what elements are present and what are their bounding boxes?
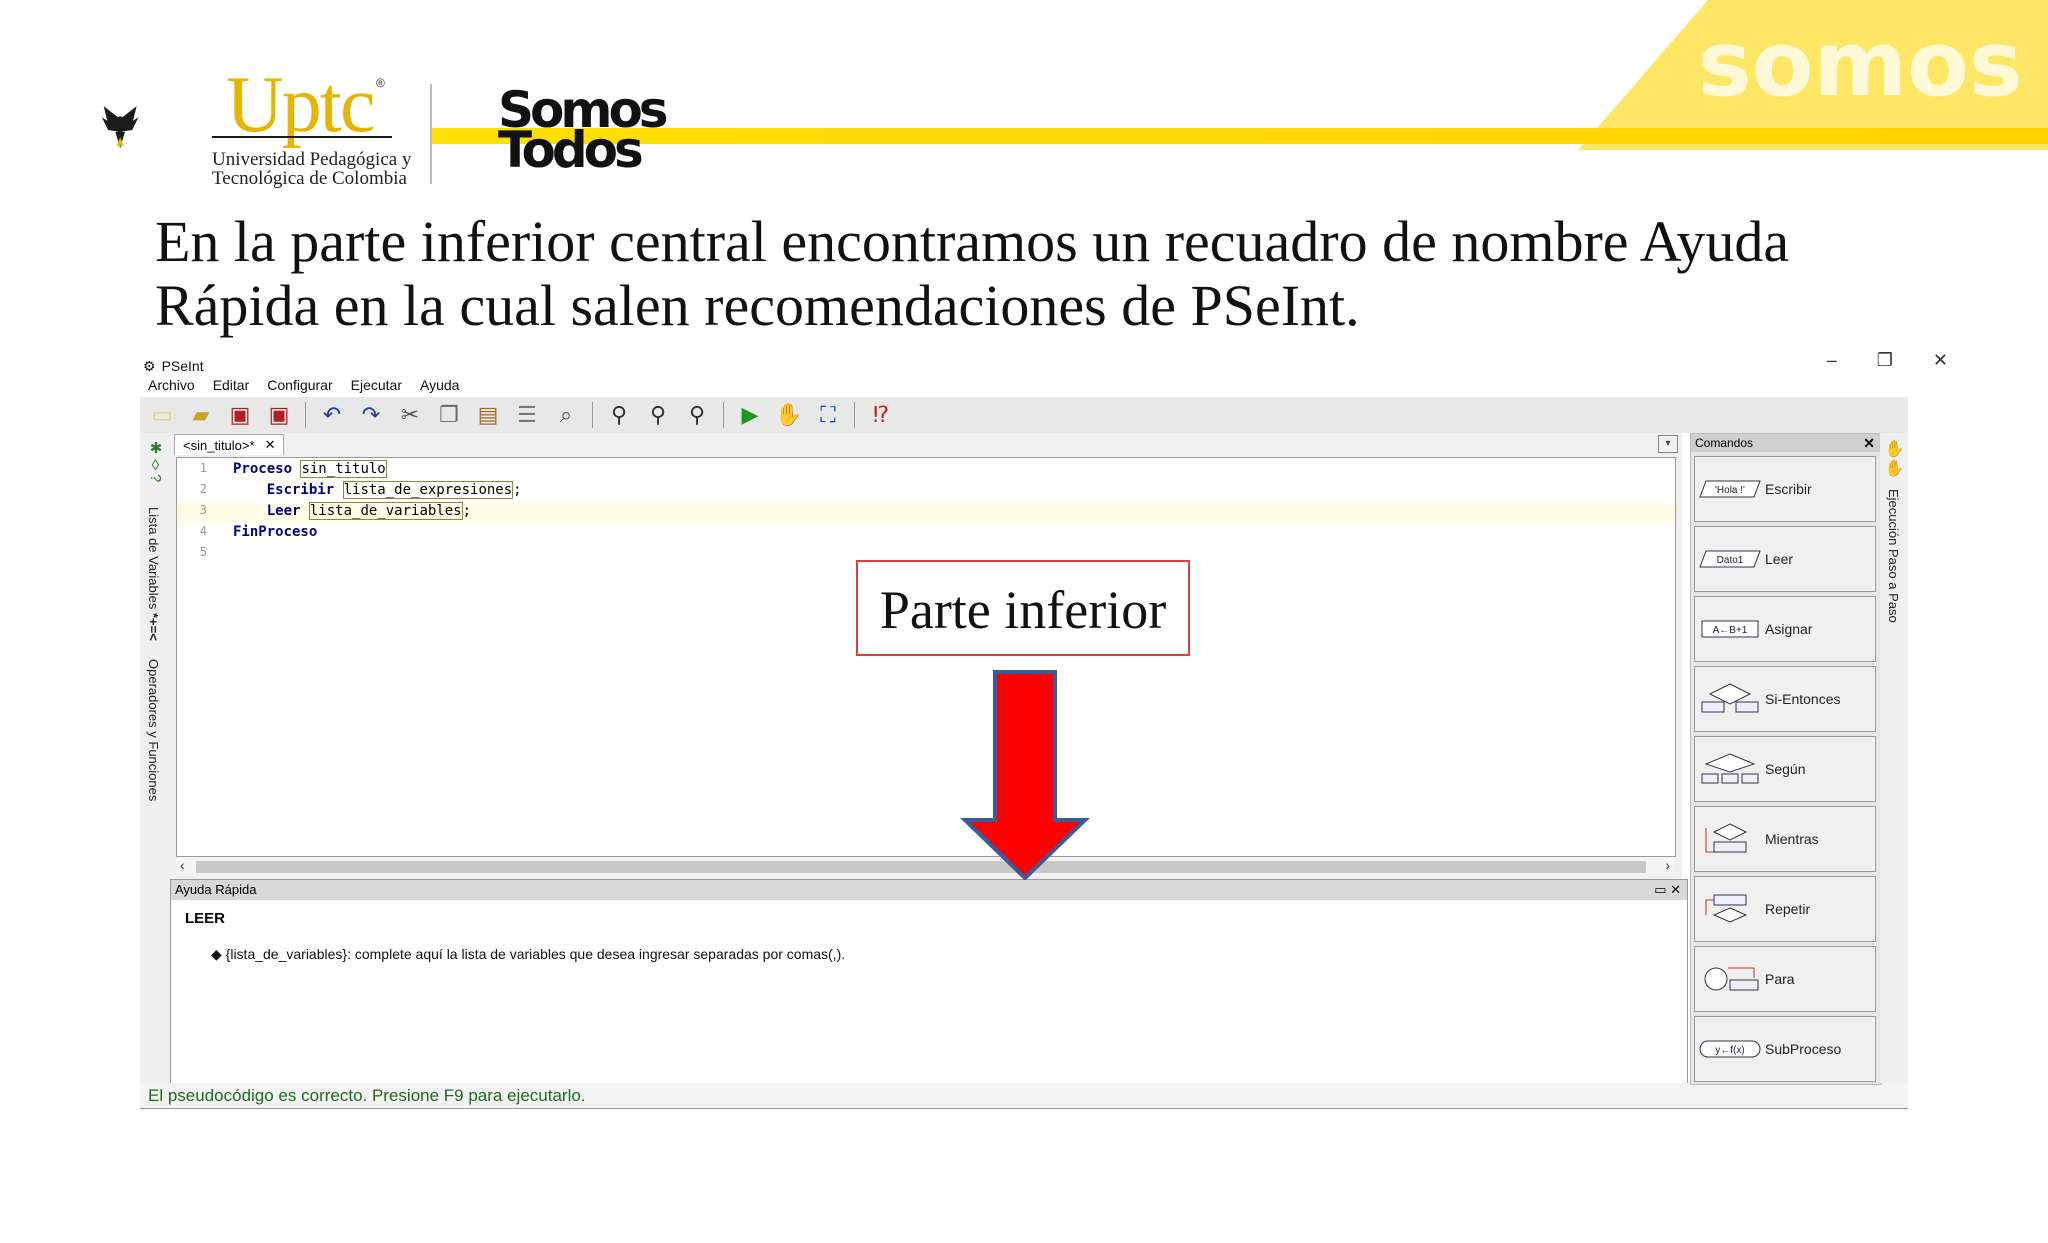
commands-panel: Comandos ✕ 'Hola !' Escribir Dato1 Leer … [1690, 433, 1882, 1085]
repetir-icon [1705, 894, 1748, 923]
toolbar-separator [854, 402, 855, 428]
menu-ejecutar[interactable]: Ejecutar [351, 377, 402, 397]
restore-button[interactable]: ❐ [1877, 350, 1893, 371]
escribir-icon: 'Hola !' [1699, 480, 1761, 498]
segun-icon [1701, 753, 1759, 784]
menu-bar: Archivo Editar Configurar Ejecutar Ayuda [148, 377, 459, 397]
logo-divider [430, 84, 432, 184]
variables-panel-icon[interactable]: ✱◊? [146, 439, 164, 482]
quick-help-item: ◆ {lista_de_variables}: complete aquí la… [211, 946, 846, 962]
registered-mark: ® [376, 76, 385, 90]
callout-box: Parte inferior [856, 560, 1190, 656]
cmd-asignar-button[interactable]: A←B+1 Asignar [1694, 596, 1876, 662]
code-line: 1 Proceso sin_titulo [199, 460, 387, 478]
svg-text:A←B+1: A←B+1 [1713, 625, 1748, 636]
menu-ayuda[interactable]: Ayuda [420, 377, 459, 397]
toolbar-separator [592, 402, 593, 428]
operators-panel-tab[interactable]: Operadores y Funciones [146, 659, 161, 801]
brand-band [432, 128, 2048, 144]
slide-title: En la parte inferior central encontramos… [155, 209, 1790, 338]
quick-help-controls[interactable]: ▭ ✕ [1654, 880, 1681, 900]
down-arrow-icon [960, 670, 1090, 880]
subproceso-icon: y←f(x) [1699, 1040, 1761, 1058]
svg-text:y←f(x): y←f(x) [1715, 1045, 1744, 1056]
scroll-left-icon[interactable]: ‹ [180, 857, 185, 873]
tab-sin-titulo[interactable]: <sin_titulo>* ✕ [174, 434, 285, 455]
run-icon[interactable]: ▶ [734, 400, 766, 430]
commands-title: Comandos ✕ [1691, 434, 1881, 452]
copy-icon[interactable]: ❐ [433, 400, 465, 430]
find-prev-icon[interactable]: ⚲ [642, 400, 674, 430]
indent-icon[interactable]: ☰ [511, 400, 543, 430]
left-side-panel: ✱◊? Lista de Variables *+=< Operadores y… [140, 433, 170, 1083]
menu-archivo[interactable]: Archivo [148, 377, 195, 397]
quick-help-title: Ayuda Rápida ▭ ✕ [171, 880, 1687, 900]
undo-icon[interactable]: ↶ [316, 400, 348, 430]
minimize-button[interactable]: – [1827, 350, 1837, 371]
mientras-icon [1705, 823, 1748, 853]
step-panel-icon[interactable]: ✋✋ [1884, 439, 1903, 478]
cmd-subproceso-button[interactable]: y←f(x) SubProceso [1694, 1016, 1876, 1082]
cmd-leer-button[interactable]: Dato1 Leer [1694, 526, 1876, 592]
status-bar: El pseudocódigo es correcto. Presione F9… [140, 1083, 1908, 1109]
menu-editar[interactable]: Editar [213, 377, 250, 397]
svg-text:'Hola !': 'Hola !' [1715, 485, 1745, 496]
uptc-logo-text: Uptc [226, 61, 376, 149]
paste-icon[interactable]: ▤ [472, 400, 504, 430]
menu-configurar[interactable]: Configurar [267, 377, 332, 397]
tab-list-dropdown[interactable]: ▾ [1658, 435, 1678, 453]
quick-help-panel: Ayuda Rápida ▭ ✕ LEER ◆ {lista_de_variab… [170, 879, 1688, 1085]
scrollbar-thumb[interactable] [196, 861, 1646, 873]
new-file-icon[interactable]: ▭ [146, 400, 178, 430]
bullet-icon: ◆ [211, 946, 226, 962]
code-line: 3 Leer lista_de_variables; [177, 502, 1675, 523]
cmd-para-button[interactable]: Para [1694, 946, 1876, 1012]
cmd-repetir-button[interactable]: Repetir [1694, 876, 1876, 942]
university-subtitle: Universidad Pedagógica y Tecnológica de … [212, 149, 412, 189]
logo-rule [212, 136, 392, 138]
quick-help-heading: LEER [185, 910, 226, 927]
horizontal-scrollbar[interactable]: ‹ › [176, 857, 1674, 875]
close-button[interactable]: ✕ [1933, 350, 1948, 371]
pseint-app-icon: ⚙ [143, 357, 156, 374]
cmd-si-entonces-button[interactable]: Si-Entonces [1694, 666, 1876, 732]
cmd-segun-button[interactable]: Según [1694, 736, 1876, 802]
right-side-panel: ✋✋ Ejecución Paso a Paso [1880, 433, 1908, 1083]
code-line: 4 FinProceso [199, 524, 318, 540]
asignar-icon: A←B+1 [1701, 620, 1759, 638]
window-title: ⚙ PSeInt [143, 357, 204, 375]
uptc-eagle-logo [101, 106, 139, 149]
para-icon [1704, 967, 1759, 991]
redo-icon[interactable]: ↷ [355, 400, 387, 430]
save-as-icon[interactable]: ▣ [263, 400, 295, 430]
binoculars-icon[interactable]: ⚲ [603, 400, 635, 430]
si-entonces-icon [1701, 683, 1759, 713]
step-by-step-panel-tab[interactable]: Ejecución Paso a Paso [1886, 489, 1901, 623]
cut-icon[interactable]: ✂ [394, 400, 426, 430]
operators-panel-icon[interactable]: *+=< [146, 613, 161, 641]
toolbar-separator [723, 402, 724, 428]
window-controls: – ❐ ✕ [1827, 350, 1948, 371]
save-icon[interactable]: ▣ [224, 400, 256, 430]
step-by-step-icon[interactable]: ✋ [773, 400, 805, 430]
open-folder-icon[interactable]: ▰ [185, 400, 217, 430]
cmd-escribir-button[interactable]: 'Hola !' Escribir [1694, 456, 1876, 522]
close-commands-icon[interactable]: ✕ [1863, 434, 1875, 452]
toolbar-separator [305, 402, 306, 428]
close-tab-icon[interactable]: ✕ [265, 437, 276, 453]
help-icon[interactable]: ⁉ [865, 400, 897, 430]
cmd-mientras-button[interactable]: Mientras [1694, 806, 1876, 872]
scroll-right-icon[interactable]: › [1665, 857, 1670, 873]
find-next-icon[interactable]: ⚲ [681, 400, 713, 430]
variables-panel-tab[interactable]: Lista de Variables [146, 507, 161, 609]
code-line: 2 Escribir lista_de_expresiones; [199, 481, 522, 499]
toolbar: ▭ ▰ ▣ ▣ ↶ ↷ ✂ ❐ ▤ ☰ ⌕ ⚲ ⚲ ⚲ ▶ ✋ ⛶ ⁉ [140, 397, 1908, 433]
find-icon[interactable]: ⌕ [550, 400, 582, 430]
leer-icon: Dato1 [1699, 550, 1761, 568]
flowchart-icon[interactable]: ⛶ [812, 400, 844, 430]
somos-todos-logo: Somos Todos [498, 81, 669, 179]
svg-text:somos: somos [1698, 12, 2023, 117]
svg-text:Dato1: Dato1 [1717, 555, 1744, 566]
